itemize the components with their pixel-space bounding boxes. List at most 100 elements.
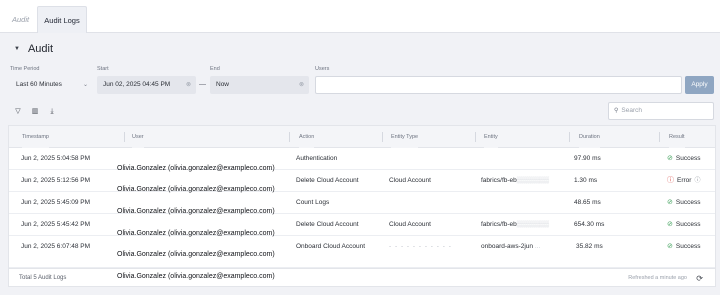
entity-cell: fabrics/fb-eb▒▒▒▒▒▒▒ (481, 214, 549, 236)
table-row[interactable]: Jun 2, 2025 5:04:58 PM Authentication 97… (9, 148, 715, 170)
search-input[interactable]: ⚲ Search (608, 102, 714, 120)
user-label: Olivia.Gonzalez (olivia.gonzalez@example… (117, 230, 275, 237)
timestamp-cell: Jun 2, 2025 5:45:42 PM (21, 221, 91, 228)
download-icon[interactable]: ⤓ (47, 107, 57, 117)
table-row[interactable]: Jun 2, 2025 5:45:09 PM Count Logs 48.65 … (9, 192, 715, 214)
column-header-action[interactable]: Action (299, 126, 315, 148)
entity-type-cell: Cloud Account (389, 177, 431, 184)
refreshed-status: Refreshed a minute ago (628, 275, 687, 281)
refresh-icon[interactable]: ⟳ (696, 269, 703, 288)
check-circle-icon: ⊘ (667, 243, 673, 250)
action-cell: Count Logs (296, 199, 330, 206)
search-placeholder: Search (621, 107, 643, 114)
table-row[interactable]: Jun 2, 2025 5:12:56 PM Delete Cloud Acco… (9, 170, 715, 192)
start-label: Start (97, 66, 109, 72)
table-footer: Total 5 Audit Logs Refreshed a minute ag… (9, 268, 715, 287)
duration-cell: 48.65 ms (574, 199, 601, 206)
user-label: Olivia.Gonzalez (olivia.gonzalez@example… (117, 165, 275, 172)
user-label: Olivia.Gonzalez (olivia.gonzalez@example… (117, 273, 275, 280)
entity-text: onboard-aws-2jun (481, 243, 534, 250)
caret-down-icon: ▼ (14, 46, 20, 52)
section-title: Audit (27, 43, 54, 55)
result-text: Success (675, 243, 701, 250)
column-header-entity-type[interactable]: Entity Type (391, 126, 419, 148)
duration-cell: 1.30 ms (574, 177, 598, 184)
time-period-value: Last 60 Minutes (16, 81, 62, 88)
entity-text: fabrics/fb-eb (481, 221, 517, 228)
result-text: Success (675, 221, 701, 228)
timestamp-cell: Jun 2, 2025 6:07:48 PM (21, 243, 91, 250)
info-icon[interactable]: ⓘ (694, 178, 700, 184)
table-row[interactable]: Jun 2, 2025 6:07:48 PM Onboard Cloud Acc… (9, 236, 715, 268)
apply-button[interactable]: Apply (685, 76, 714, 94)
end-date-field[interactable]: Now ⊗ (210, 76, 309, 94)
duration-cell: 97.90 ms (574, 155, 601, 162)
timestamp-cell: Jun 2, 2025 5:45:09 PM (21, 199, 91, 206)
search-icon: ⚲ (614, 108, 619, 114)
clear-icon[interactable]: ⊗ (186, 76, 191, 94)
clear-icon[interactable]: ⊗ (299, 76, 304, 94)
time-period-select[interactable]: Last 60 Minutes ⌄ (10, 76, 93, 94)
user-label: Olivia.Gonzalez (olivia.gonzalez@example… (117, 186, 275, 193)
error-icon: ⓘ (667, 177, 674, 184)
users-input[interactable] (315, 76, 682, 94)
entity-text: fabrics/fb-eb (481, 177, 517, 184)
column-divider (289, 132, 290, 142)
result-cell: ⊘ Success (667, 236, 700, 258)
result-text: Error (677, 177, 692, 184)
column-header-timestamp[interactable]: Timestamp (22, 126, 49, 148)
table-row[interactable]: Jun 2, 2025 5:45:42 PM Delete Cloud Acco… (9, 214, 715, 236)
column-divider (569, 132, 570, 142)
range-separator: — (199, 81, 206, 88)
redacted-text: ... (533, 243, 541, 250)
end-date-value: Now (216, 81, 230, 88)
timestamp-cell: Jun 2, 2025 5:04:58 PM (21, 155, 91, 162)
check-circle-icon: ⊘ (667, 199, 673, 206)
total-count: Total 5 Audit Logs (19, 275, 67, 281)
result-cell: ⊘ Success (667, 214, 700, 236)
action-cell: Authentication (296, 155, 338, 162)
tab-audit-logs[interactable]: Audit Logs (37, 6, 87, 33)
column-divider (382, 132, 383, 142)
columns-icon[interactable]: ▥ (30, 107, 40, 117)
action-cell: Delete Cloud Account (296, 177, 359, 184)
entity-type-cell: Cloud Account (389, 221, 431, 228)
duration-cell: 35.82 ms (576, 243, 603, 250)
timestamp-cell: Jun 2, 2025 5:12:56 PM (21, 177, 91, 184)
chevron-down-icon: ⌄ (82, 82, 88, 88)
end-label: End (210, 66, 220, 72)
section-header[interactable]: ▼ Audit (14, 41, 53, 57)
user-label: Olivia.Gonzalez (olivia.gonzalez@example… (117, 251, 275, 258)
entity-cell: fabrics/fb-eb▒▒▒▒▒▒▒ (481, 170, 549, 192)
result-cell: ⊘ Success (667, 148, 700, 170)
filter-icon[interactable]: ▽ (13, 107, 23, 117)
start-date-value: Jun 02, 2025 04:45 PM (103, 81, 171, 88)
column-header-result[interactable]: Result (669, 126, 685, 148)
column-divider (475, 132, 476, 142)
tab-audit[interactable]: Audit (2, 6, 39, 33)
user-label: Olivia.Gonzalez (olivia.gonzalez@example… (117, 208, 275, 215)
column-divider (124, 132, 125, 142)
start-date-field[interactable]: Jun 02, 2025 04:45 PM ⊗ (97, 76, 196, 94)
column-header-user[interactable]: User (132, 126, 144, 148)
redacted-text: ▒▒▒▒▒▒▒ (516, 221, 550, 228)
column-divider (659, 132, 660, 142)
entity-cell: onboard-aws-2jun ... (481, 236, 540, 258)
users-label: Users (315, 66, 330, 72)
entity-type-placeholder: - - - - - - - - - - - (389, 243, 452, 250)
result-cell: ⓘ Error ⓘ (667, 170, 700, 192)
result-text: Success (675, 199, 701, 206)
column-header-entity[interactable]: Entity (484, 126, 498, 148)
redacted-text: ▒▒▒▒▒▒▒ (516, 177, 550, 184)
duration-cell: 654.30 ms (574, 221, 605, 228)
time-period-label: Time Period (10, 66, 40, 72)
tab-bar: Audit Audit Logs (0, 0, 720, 33)
table-header: Timestamp User Action Entity Type Entity… (9, 126, 715, 148)
column-header-duration[interactable]: Duration (579, 126, 600, 148)
audit-logs-table: Timestamp User Action Entity Type Entity… (8, 125, 716, 287)
result-cell: ⊘ Success (667, 192, 700, 214)
check-circle-icon: ⊘ (667, 221, 673, 228)
action-cell: Delete Cloud Account (296, 221, 359, 228)
result-text: Success (675, 155, 701, 162)
action-cell: Onboard Cloud Account (296, 243, 366, 250)
